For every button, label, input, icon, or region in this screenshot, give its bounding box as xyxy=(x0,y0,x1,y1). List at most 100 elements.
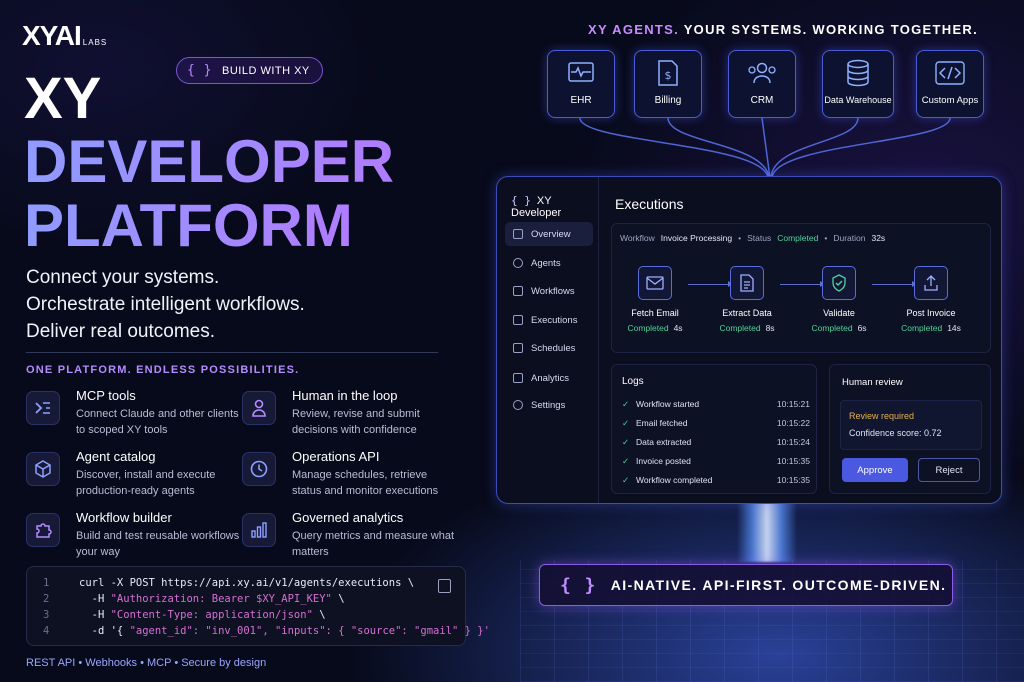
mail-icon xyxy=(638,266,672,300)
feature-title: Agent catalog xyxy=(76,449,156,464)
approve-button[interactable]: Approve xyxy=(842,458,908,482)
nav-item-analytics[interactable]: Analytics xyxy=(505,366,593,390)
nav-item-overview[interactable]: Overview xyxy=(505,222,593,246)
feature-title: Workflow builder xyxy=(76,510,172,525)
step-fetch-email[interactable]: Fetch Email Completed 4s xyxy=(610,266,700,333)
hero-title-xy: XY xyxy=(24,66,102,131)
cube-icon xyxy=(26,452,60,486)
divider xyxy=(26,352,438,353)
app-window: { } XY Developer Overview Agents Workflow… xyxy=(496,176,1002,504)
logo: XYAI LABS xyxy=(22,20,108,51)
code-line: 4 -d '{ "agent_id": "inv_001", "inputs":… xyxy=(43,625,490,637)
document-icon xyxy=(730,266,764,300)
feature-title: MCP tools xyxy=(76,388,136,403)
system-custom-apps[interactable]: Custom Apps xyxy=(916,50,984,118)
step-validate[interactable]: Validate Completed 6s xyxy=(794,266,884,333)
code-icon xyxy=(917,51,983,95)
check-icon: ✓ xyxy=(622,437,630,447)
human-review-panel: Human review Review required Confidence … xyxy=(829,364,991,494)
invoice-icon: $ xyxy=(635,51,701,95)
tagline: Deliver real outcomes. xyxy=(26,321,216,342)
nav-item-settings[interactable]: Settings xyxy=(505,393,593,417)
page-title: Executions xyxy=(615,196,684,212)
hero-title-developer: DEVELOPER xyxy=(24,128,395,195)
clock-icon xyxy=(242,452,276,486)
app-brand: { } XY Developer xyxy=(511,194,562,219)
feature-desc: Connect Claude and other clients to scop… xyxy=(76,408,239,436)
connector-wires xyxy=(579,118,951,179)
feature-desc: Query metrics and measure what matters xyxy=(292,530,455,558)
tagline: Orchestrate intelligent workflows. xyxy=(26,294,305,315)
braces-icon: { } xyxy=(187,63,212,78)
sidebar: { } XY Developer Overview Agents Workflow… xyxy=(497,177,599,503)
nav-item-schedules[interactable]: Schedules xyxy=(505,336,593,360)
braces-icon: { } xyxy=(560,574,597,596)
feature-desc: Build and test reusable workflows your w… xyxy=(76,530,240,558)
gear-icon xyxy=(513,400,523,410)
tagline: Connect your systems. xyxy=(26,267,220,288)
feature-desc: Manage schedules, retrieve status and mo… xyxy=(292,469,439,497)
feature-title: Operations API xyxy=(292,449,380,464)
users-icon xyxy=(729,51,795,95)
feature-mcp-tools: MCP tools Connect Claude and other clien… xyxy=(26,388,239,448)
hero-title-platform: PLATFORM xyxy=(24,192,353,259)
nav-item-workflows[interactable]: Workflows xyxy=(505,279,593,303)
feature-human-in-loop: Human in the loop Review, revise and sub… xyxy=(242,388,442,448)
code-line: 1 curl -X POST https://api.xy.ai/v1/agent… xyxy=(43,577,415,589)
puzzle-icon xyxy=(26,513,60,547)
confidence-score: Confidence score: 0.72 xyxy=(849,428,942,438)
check-icon: ✓ xyxy=(622,475,630,485)
terminal-icon xyxy=(26,391,60,425)
feature-operations-api: Operations API Manage schedules, retriev… xyxy=(242,449,442,509)
feature-desc: Discover, install and execute production… xyxy=(76,469,216,497)
step-extract-data[interactable]: Extract Data Completed 8s xyxy=(702,266,792,333)
execution-meta: Workflow Invoice Processing • Status Comple… xyxy=(620,233,886,243)
system-billing[interactable]: $ Billing xyxy=(634,50,702,118)
analytics-icon xyxy=(513,373,523,383)
calendar-icon xyxy=(513,343,523,353)
svg-text:$: $ xyxy=(665,69,672,82)
footer-links: REST API • Webhooks • MCP • Secure by de… xyxy=(26,657,267,669)
person-icon xyxy=(242,391,276,425)
logs-title: Logs xyxy=(622,376,644,387)
log-row: ✓ Workflow completed 10:15:35 xyxy=(622,475,810,485)
section-title: ONE PLATFORM. ENDLESS POSSIBILITIES. xyxy=(26,364,300,376)
system-crm[interactable]: CRM xyxy=(728,50,796,118)
review-status: Review required xyxy=(849,411,915,421)
nav-item-agents[interactable]: Agents xyxy=(505,251,593,275)
code-line: 2 -H "Authorization: Bearer $XY_API_KEY"… xyxy=(43,593,345,605)
logs-panel: Logs ✓ Workflow started 10:15:21 ✓ Email fe… xyxy=(611,364,817,494)
step-post-invoice[interactable]: Post Invoice Completed 14s xyxy=(886,266,976,333)
build-badge-label: BUILD WITH XY xyxy=(221,64,310,77)
copy-icon[interactable] xyxy=(438,579,451,593)
home-icon xyxy=(513,229,523,239)
database-icon xyxy=(823,51,893,95)
workflow-icon xyxy=(513,286,523,296)
bar-chart-icon xyxy=(242,513,276,547)
feature-workflow-builder: Workflow builder Build and test reusable… xyxy=(26,510,239,570)
code-snippet[interactable]: 1 curl -X POST https://api.xy.ai/v1/agent… xyxy=(26,566,490,646)
slogan-banner: { } AI-NATIVE. API-FIRST. OUTCOME-DRIVEN. xyxy=(539,564,953,606)
log-row: ✓ Invoice posted 10:15:35 xyxy=(622,456,810,466)
light-beam xyxy=(737,500,797,562)
code-line: 3 -H "Content-Type: application/json" \ xyxy=(43,609,326,621)
nav-item-executions[interactable]: Executions xyxy=(505,308,593,332)
feature-title: Governed analytics xyxy=(292,510,404,525)
system-data-warehouse[interactable]: Data Warehouse xyxy=(822,50,894,118)
feature-title: Human in the loop xyxy=(292,388,398,403)
systems-tagline: XY AGENTS. YOUR SYSTEMS. WORKING TOGETHE… xyxy=(588,22,979,37)
check-icon: ✓ xyxy=(622,399,630,409)
system-ehr[interactable]: EHR xyxy=(547,50,615,118)
reject-button[interactable]: Reject xyxy=(918,458,980,482)
log-row: ✓ Data extracted 10:15:24 xyxy=(622,437,810,447)
shield-check-icon xyxy=(822,266,856,300)
log-row: ✓ Email fetched 10:15:22 xyxy=(622,418,810,428)
heart-monitor-icon xyxy=(548,51,614,95)
feature-agent-catalog: Agent catalog Discover, install and exec… xyxy=(26,449,226,509)
build-badge[interactable]: { } BUILD WITH XY xyxy=(176,57,323,84)
check-icon: ✓ xyxy=(622,418,630,428)
main-content: Executions Workflow Invoice Processing • S… xyxy=(599,177,1001,503)
review-title: Human review xyxy=(842,377,903,388)
feature-governed-analytics: Governed analytics Query metrics and mea… xyxy=(242,510,454,570)
upload-icon xyxy=(914,266,948,300)
